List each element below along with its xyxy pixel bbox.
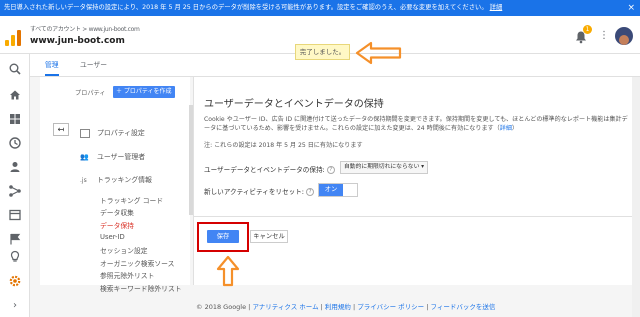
property-label: プロパティ <box>75 90 106 97</box>
js-icon: .js <box>80 177 87 184</box>
menu-tracking-info[interactable]: .js トラッキング情報 <box>80 174 152 184</box>
success-toast: 完了しました。 <box>295 44 350 60</box>
property-settings-icon <box>80 128 90 138</box>
tab-user[interactable]: ユーザー <box>80 54 107 76</box>
submenu-tracking-code[interactable]: トラッキング コード <box>100 195 163 205</box>
tab-admin[interactable]: 管理 <box>45 54 59 76</box>
left-arrow-annotation-icon <box>355 41 402 65</box>
create-property-button[interactable]: ＋ プロパティを作成 <box>113 86 175 98</box>
footer: © 2018 Google | アナリティクス ホーム | 利用規約 | プライ… <box>196 303 496 311</box>
search-icon[interactable] <box>8 62 22 76</box>
realtime-clock-icon[interactable] <box>8 136 22 150</box>
retention-label-text: ユーザーデータとイベントデータの保持: <box>204 166 325 174</box>
menu-property-settings[interactable]: プロパティ設定 <box>80 127 145 138</box>
footer-link-terms[interactable]: 利用規約 <box>325 303 351 311</box>
page-title: ユーザーデータとイベントデータの保持 <box>204 99 384 110</box>
reset-activity-toggle[interactable]: オン <box>318 183 358 197</box>
retention-select-value: 自動的に期限切れにならない <box>344 164 420 170</box>
menu-user-management[interactable]: 👥 ユーザー管理者 <box>80 151 145 161</box>
account-breadcrumb[interactable]: すべてのアカウント > www.jun-boot.com <box>30 24 140 33</box>
close-icon[interactable]: × <box>627 0 635 16</box>
menu-property-settings-label: プロパティ設定 <box>97 129 145 137</box>
expand-chevron-icon[interactable]: › <box>8 298 22 312</box>
account-selector[interactable]: www.jun-boot.com <box>30 36 125 46</box>
left-navigation: › <box>0 54 30 317</box>
retention-select[interactable]: 自動的に期限切れにならない ▾ <box>340 161 428 174</box>
footer-link-feedback[interactable]: フィードバックを送信 <box>431 303 496 311</box>
highlight-box <box>197 222 249 252</box>
description-text: Cookie やユーザー ID、広告 ID に関連付けて送ったデータの保持期間を… <box>204 115 629 133</box>
retention-field-label: ユーザーデータとイベントデータの保持:? <box>204 164 335 174</box>
page-scrollbar[interactable] <box>632 77 640 317</box>
menu-user-management-label: ユーザー管理者 <box>97 153 146 161</box>
home-icon[interactable] <box>8 88 22 102</box>
discover-lightbulb-icon[interactable] <box>8 250 22 264</box>
back-arrow-icon[interactable]: ↤ <box>53 123 69 136</box>
info-banner: 先日導入された新しいデータ保持の設定により、2018 年 5 月 25 日からの… <box>0 0 640 16</box>
acquisition-icon[interactable] <box>8 184 22 198</box>
submenu-data-retention[interactable]: データ保持 <box>100 220 134 230</box>
effective-date-note: 注: これらの設定は 2018 年 5 月 25 日に有効になります <box>204 142 363 149</box>
submenu-user-id[interactable]: User-ID <box>100 233 125 241</box>
submenu-referral-exclusion[interactable]: 参照元除外リスト <box>100 270 154 280</box>
description-end: ） <box>511 125 519 132</box>
analytics-logo <box>5 30 21 46</box>
admin-gear-icon[interactable] <box>8 274 22 288</box>
behavior-icon[interactable] <box>8 208 22 222</box>
description-body: Cookie やユーザー ID、広告 ID に関連付けて送ったデータの保持期間を… <box>204 116 628 132</box>
footer-link-privacy[interactable]: プライバシー ポリシー <box>357 303 424 311</box>
reset-label-text: 新しいアクティビティをリセット: <box>204 188 305 196</box>
customization-icon[interactable] <box>8 112 22 126</box>
toggle-on-label: オン <box>319 184 343 196</box>
submenu-session-settings[interactable]: セッション設定 <box>100 245 148 255</box>
conversions-flag-icon[interactable] <box>8 232 22 246</box>
audience-icon[interactable] <box>8 160 22 174</box>
banner-text: 先日導入された新しいデータ保持の設定により、2018 年 5 月 25 日からの… <box>4 4 488 11</box>
more-options-icon[interactable]: ⋮ <box>599 30 609 41</box>
banner-details-link[interactable]: 詳細 <box>490 4 503 11</box>
description-details-link[interactable]: 詳細 <box>500 125 512 132</box>
up-arrow-annotation-icon <box>216 255 240 287</box>
submenu-data-collection[interactable]: データ収集 <box>100 207 134 217</box>
dropdown-arrow-icon: ▾ <box>421 164 424 170</box>
help-icon[interactable]: ? <box>326 166 335 174</box>
notification-badge: 1 <box>583 25 592 34</box>
footer-copyright: © 2018 Google | <box>196 303 251 311</box>
divider <box>194 216 640 217</box>
submenu-organic-search-sources[interactable]: オーガニック検索ソース <box>100 258 174 268</box>
reset-activity-label: 新しいアクティビティをリセット:? <box>204 186 315 196</box>
help-icon[interactable]: ? <box>306 188 315 196</box>
menu-tracking-info-label: トラッキング情報 <box>97 176 152 184</box>
submenu-search-term-exclusion[interactable]: 検索キーワード除外リスト <box>100 283 182 293</box>
footer-link-analytics-home[interactable]: アナリティクス ホーム <box>252 303 318 311</box>
users-icon: 👥 <box>80 153 89 161</box>
avatar[interactable] <box>615 27 633 45</box>
cancel-button[interactable]: キャンセル <box>250 230 288 243</box>
